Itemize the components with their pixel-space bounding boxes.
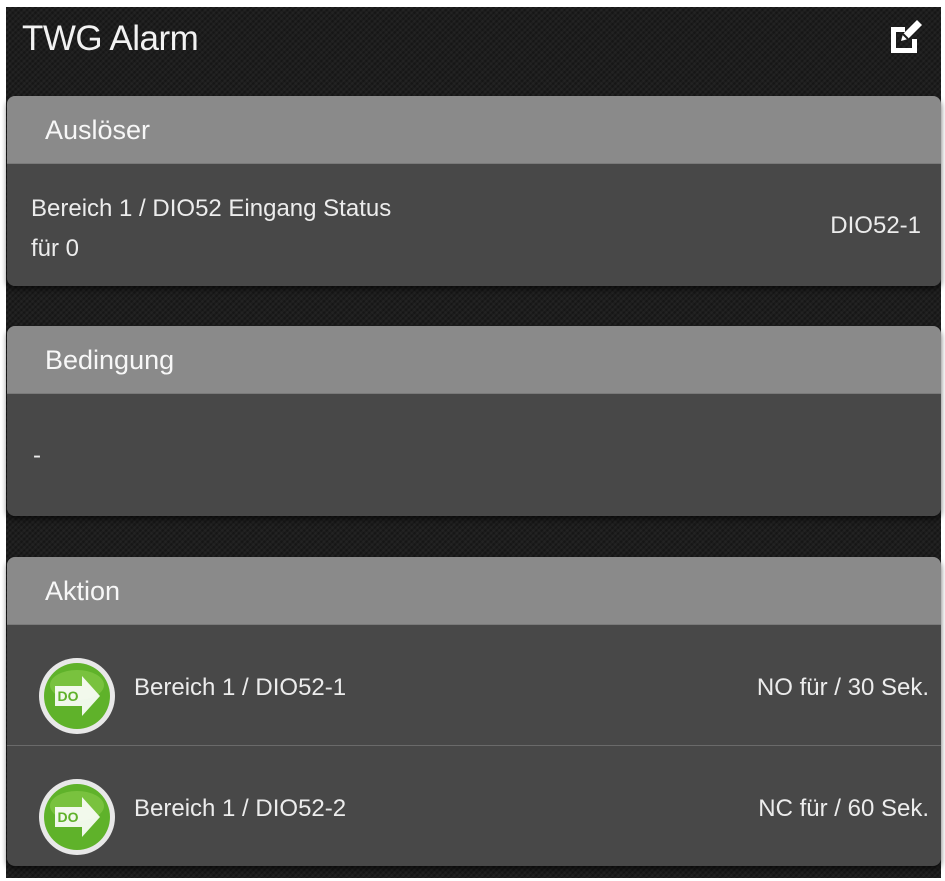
edit-button[interactable] [885,17,925,57]
action-item-value: NC für / 60 Sek. [758,795,929,822]
digital-output-icon: DO [39,779,115,855]
trigger-card: Auslöser Bereich 1 / DIO52 Eingang Statu… [7,96,941,286]
condition-card: Bedingung - [7,326,941,516]
action-item-value: NO für / 30 Sek. [756,674,929,701]
action-item[interactable]: DO Bereich 1 / DIO52-1 NO für / 30 Sek. [7,625,941,745]
digital-output-icon: DO [39,658,115,734]
action-card-header: Aktion [7,557,941,625]
frame-top [0,0,945,7]
action-item[interactable]: DO Bereich 1 / DIO52-2 NC für / 60 Sek. [7,745,941,865]
action-item-label: Bereich 1 / DIO52-1 [134,674,347,701]
action-card: Aktion DO Bereich 1 / DIO52-1 NO für / 3… [7,557,941,866]
frame-right [941,0,945,881]
do-badge-text: DO [58,688,79,704]
condition-heading: Bedingung [45,345,175,375]
condition-value: - [33,442,41,469]
condition-card-header: Bedingung [7,326,941,394]
condition-row[interactable]: - [7,394,941,516]
action-heading: Aktion [45,576,121,606]
trigger-device: DIO52-1 [830,212,921,239]
trigger-heading: Auslöser [45,115,151,145]
action-item-label: Bereich 1 / DIO52-2 [134,795,347,822]
frame-left [0,0,6,881]
page-title: TWG Alarm [22,19,199,58]
trigger-card-header: Auslöser [7,96,941,164]
do-badge-text: DO [58,809,79,825]
trigger-condition-text: für 0 [31,235,80,262]
app-header: TWG Alarm [6,7,941,73]
trigger-row[interactable]: Bereich 1 / DIO52 Eingang Status für 0 D… [7,164,941,286]
edit-icon [891,20,922,53]
trigger-source: Bereich 1 / DIO52 Eingang Status [31,195,392,222]
